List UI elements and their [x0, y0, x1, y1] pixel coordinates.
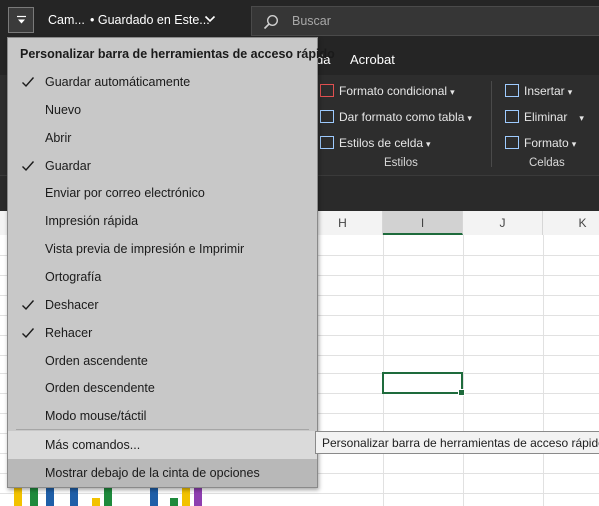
menu-item[interactable]: Vista previa de impresión e Imprimir: [8, 235, 317, 263]
menu-item-label: Abrir: [45, 131, 72, 145]
search-box[interactable]: Buscar: [251, 6, 599, 36]
menu-item[interactable]: Enviar por correo electrónico: [8, 179, 317, 207]
quick-access-toolbar-menu: Personalizar barra de herramientas de ac…: [7, 37, 335, 488]
active-cell[interactable]: [382, 372, 465, 396]
checkmark-icon: [22, 328, 35, 339]
cell-styles-icon: [320, 136, 334, 149]
save-status[interactable]: • Guardado en Este...: [90, 13, 210, 27]
gridline: [0, 493, 599, 494]
group-label-estilos: Estilos: [384, 157, 418, 169]
delete-button[interactable]: Eliminar ▾: [505, 110, 584, 124]
column-header-k[interactable]: K: [543, 211, 599, 235]
cell-styles-button[interactable]: Estilos de celda ▾: [320, 136, 431, 150]
menu-item-label: Enviar por correo electrónico: [45, 186, 205, 200]
menu-item[interactable]: Guardar: [8, 152, 317, 180]
chart-bar: [150, 488, 158, 506]
menu-item[interactable]: Orden descendente: [8, 374, 317, 402]
menu-item-label: Guardar: [45, 159, 91, 173]
chart-bar: [104, 488, 112, 506]
format-icon: [505, 136, 519, 149]
group-label-celdas: Celdas: [529, 157, 565, 169]
conditional-format-button[interactable]: Formato condicional ▾: [320, 84, 455, 98]
customize-quick-access-toolbar-button[interactable]: [8, 7, 34, 33]
menu-item-label: Deshacer: [45, 298, 99, 312]
format-table-icon: [320, 110, 334, 123]
chart-bar: [30, 488, 38, 506]
format-button[interactable]: Formato ▾: [505, 136, 576, 150]
menu-item-label: Mostrar debajo de la cinta de opciones: [45, 466, 260, 480]
search-placeholder: Buscar: [292, 14, 331, 28]
menu-item[interactable]: Rehacer: [8, 319, 317, 347]
checkmark-icon: [22, 77, 35, 88]
menu-item[interactable]: Guardar automáticamente: [8, 68, 317, 96]
format-as-table-button[interactable]: Dar formato como tabla ▾: [320, 110, 472, 124]
chart-bar: [14, 488, 22, 506]
dropdown-arrow-icon: [17, 15, 26, 24]
menu-item-label: Más comandos...: [45, 438, 141, 452]
menu-item-label: Orden ascendente: [45, 354, 148, 368]
checkmark-icon: [22, 300, 35, 311]
conditional-format-icon: [320, 84, 334, 97]
group-separator: [491, 81, 492, 167]
menu-item[interactable]: Abrir: [8, 124, 317, 152]
delete-icon: [505, 110, 519, 123]
menu-item[interactable]: Impresión rápida: [8, 207, 317, 235]
menu-item-label: Orden descendente: [45, 381, 155, 395]
column-header-i[interactable]: I: [383, 211, 463, 235]
menu-item-label: Impresión rápida: [45, 214, 139, 228]
menu-item[interactable]: Nuevo: [8, 96, 317, 124]
menu-item[interactable]: Modo mouse/táctil: [8, 402, 317, 430]
menu-item[interactable]: Ortografía: [8, 263, 317, 291]
tooltip: Personalizar barra de herramientas de ac…: [315, 431, 599, 454]
insert-button[interactable]: Insertar ▾: [505, 84, 572, 98]
document-title[interactable]: Cam...: [48, 13, 85, 27]
menu-item[interactable]: Orden ascendente: [8, 347, 317, 375]
title-bar: Cam... • Guardado en Este... Buscar: [0, 0, 599, 41]
more-commands-item[interactable]: Más comandos...: [8, 431, 317, 459]
chart-bar: [194, 488, 202, 506]
menu-item[interactable]: Deshacer: [8, 291, 317, 319]
insert-icon: [505, 84, 519, 97]
chart-bar: [92, 498, 100, 506]
menu-item-label: Vista previa de impresión e Imprimir: [45, 242, 245, 256]
menu-title: Personalizar barra de herramientas de ac…: [20, 47, 335, 61]
chart-bar: [46, 488, 54, 506]
menu-item-label: Guardar automáticamente: [45, 75, 191, 89]
tab-acrobat[interactable]: Acrobat: [350, 52, 395, 67]
search-icon: [263, 14, 279, 30]
menu-item-label: Modo mouse/táctil: [45, 409, 147, 423]
chart-bar: [182, 488, 190, 506]
checkmark-icon: [22, 161, 35, 172]
chart-bar: [170, 498, 178, 506]
chart-bar: [70, 488, 78, 506]
chevron-down-icon[interactable]: [204, 14, 216, 24]
column-header-j[interactable]: J: [463, 211, 543, 235]
menu-separator: [16, 429, 309, 430]
menu-item-label: Rehacer: [45, 326, 93, 340]
menu-item-label: Ortografía: [45, 270, 102, 284]
show-below-ribbon-item[interactable]: Mostrar debajo de la cinta de opciones: [8, 459, 317, 487]
menu-item-label: Nuevo: [45, 103, 82, 117]
